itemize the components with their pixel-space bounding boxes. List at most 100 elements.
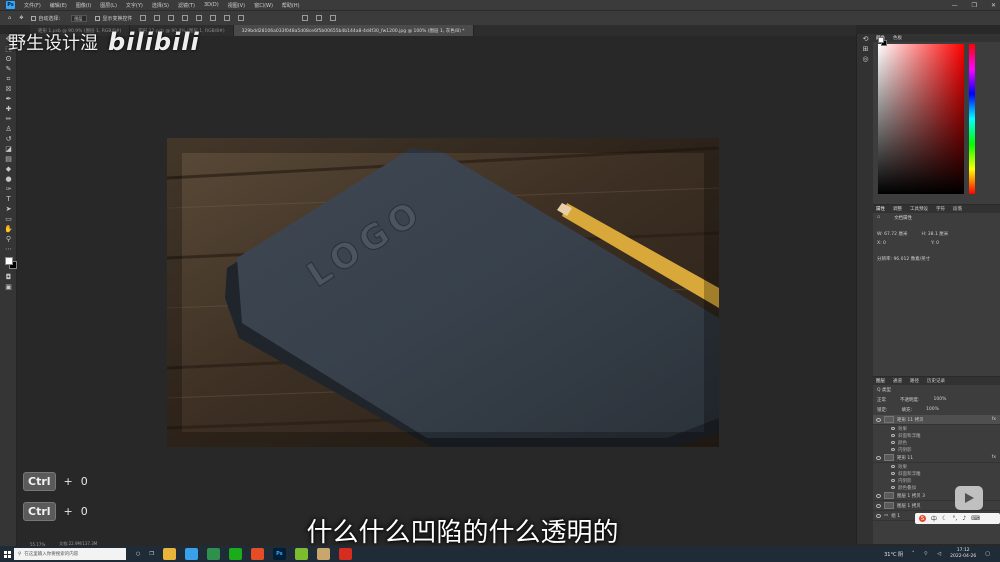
pen-tool-icon[interactable]: ✑	[0, 184, 17, 194]
align-right-icon[interactable]	[168, 15, 175, 21]
menu-view[interactable]: 视图(V)	[228, 2, 245, 9]
layer-row[interactable]: 矩形 11 拷贝 fx	[873, 415, 1000, 425]
more-options-icon[interactable]	[238, 15, 245, 21]
task-view-icon[interactable]: ❐	[149, 551, 153, 557]
eye-icon[interactable]	[891, 486, 895, 489]
clone-stamp-tool-icon[interactable]: ♙	[0, 124, 17, 134]
eye-icon[interactable]	[891, 448, 895, 451]
3d-panel-icon[interactable]: ◎	[857, 54, 874, 64]
eye-icon[interactable]	[891, 479, 895, 482]
recorder-app-icon[interactable]	[338, 548, 352, 560]
auto-select-checkbox[interactable]: 自动选择：	[31, 15, 63, 22]
punctuation-icon[interactable]: °,	[952, 515, 957, 522]
volume-icon[interactable]: ◁	[937, 551, 941, 557]
wechat-app-icon[interactable]	[228, 548, 242, 560]
align-top-icon[interactable]	[182, 15, 189, 21]
tab-properties[interactable]: 属性	[876, 206, 885, 212]
menu-window[interactable]: 窗口(W)	[254, 2, 273, 9]
mic-icon[interactable]: ♪	[962, 515, 966, 522]
eye-icon[interactable]	[891, 472, 895, 475]
align-middle-icon[interactable]	[196, 15, 203, 21]
menu-layer[interactable]: 图层(L)	[100, 2, 117, 9]
healing-brush-tool-icon[interactable]: ✚	[0, 104, 17, 114]
photoshop-app-icon[interactable]: Ps	[272, 548, 286, 560]
height-field[interactable]: H: 38.1 厘米	[921, 231, 948, 237]
auto-select-dropdown[interactable]: 图层	[71, 14, 88, 22]
eye-icon[interactable]	[876, 493, 881, 498]
show-transform-checkbox[interactable]: 显示变换控件	[95, 15, 132, 22]
cortana-icon[interactable]: ○	[136, 551, 140, 557]
media-app-icon[interactable]	[316, 548, 330, 560]
tray-overflow-icon[interactable]: ˄	[912, 551, 915, 557]
crop-tool-icon[interactable]: ⌗	[0, 74, 17, 84]
edge-app-icon[interactable]	[206, 548, 220, 560]
layer-kind-filter[interactable]: Q 类型	[877, 387, 891, 393]
weather-widget[interactable]: 31°C 阴	[884, 551, 903, 558]
align-center-icon[interactable]	[154, 15, 161, 21]
brush-tool-icon[interactable]: ✏	[0, 114, 17, 124]
history-panel-icon[interactable]: ⟲	[857, 34, 874, 44]
tab-paths[interactable]: 路径	[910, 378, 919, 384]
move-tool-icon[interactable]: ✥	[19, 15, 23, 21]
eye-icon[interactable]	[876, 417, 881, 422]
keyboard-icon[interactable]: ⌨	[971, 515, 980, 522]
eyedropper-tool-icon[interactable]: ✒	[0, 94, 17, 104]
eye-icon[interactable]	[891, 465, 895, 468]
hand-tool-icon[interactable]: ✋	[0, 224, 17, 234]
quick-select-tool-icon[interactable]: ✎	[0, 64, 17, 74]
chrome-app-icon[interactable]	[250, 548, 264, 560]
tab-character[interactable]: 字符	[936, 206, 945, 212]
screen-mode-icon[interactable]: ▣	[0, 282, 17, 292]
start-button[interactable]	[0, 546, 14, 562]
maximize-button[interactable]: ❐	[972, 2, 977, 9]
tab-paragraph[interactable]: 段落	[953, 206, 962, 212]
taskbar-search[interactable]: ⚲ 在这里输入你要搜索的内容	[14, 548, 126, 560]
network-icon[interactable]: ⌔	[924, 551, 929, 557]
eye-icon[interactable]	[891, 441, 895, 444]
gradient-tool-icon[interactable]: ▤	[0, 154, 17, 164]
file-explorer-icon[interactable]	[162, 548, 176, 560]
canvas-area[interactable]: LOGO	[30, 36, 856, 544]
tab-adjustments[interactable]: 调整	[893, 206, 902, 212]
blur-tool-icon[interactable]: ◆	[0, 164, 17, 174]
x-field[interactable]: X: 0	[877, 241, 917, 246]
moon-icon[interactable]: ☾	[942, 515, 947, 522]
eye-icon[interactable]	[891, 427, 895, 430]
mail-app-icon[interactable]	[184, 548, 198, 560]
menu-help[interactable]: 帮助(H)	[282, 2, 300, 9]
browser-app-icon[interactable]	[294, 548, 308, 560]
distribute-icon[interactable]	[224, 15, 231, 21]
properties-panel-icon[interactable]: ⊞	[857, 44, 874, 54]
3d-pan-icon[interactable]	[330, 15, 337, 21]
notification-icon[interactable]: ▢	[985, 551, 990, 557]
3d-mode-icon[interactable]	[302, 15, 309, 21]
opacity-value[interactable]: 100%	[934, 397, 947, 403]
menu-file[interactable]: 文件(F)	[24, 2, 41, 9]
document-image[interactable]: LOGO	[167, 138, 719, 447]
type-tool-icon[interactable]: T	[0, 194, 17, 204]
play-button[interactable]	[955, 486, 983, 510]
rectangle-tool-icon[interactable]: ▭	[0, 214, 17, 224]
menu-type[interactable]: 文字(Y)	[126, 2, 143, 9]
color-swatches[interactable]	[0, 254, 17, 272]
align-bottom-icon[interactable]	[210, 15, 217, 21]
more-tools-icon[interactable]: ⋯	[0, 244, 17, 254]
color-picker-field[interactable]	[878, 44, 964, 194]
quick-mask-icon[interactable]: ◘	[0, 272, 17, 282]
minimize-button[interactable]: —	[952, 2, 958, 9]
eye-icon[interactable]	[876, 455, 881, 460]
eye-icon[interactable]	[891, 434, 895, 437]
dodge-tool-icon[interactable]: ●	[0, 174, 17, 184]
tab-history[interactable]: 历史记录	[927, 378, 945, 384]
history-brush-tool-icon[interactable]: ↺	[0, 134, 17, 144]
tab-swatches[interactable]: 色板	[893, 35, 902, 41]
menu-3d[interactable]: 3D(D)	[204, 2, 219, 8]
eye-icon[interactable]	[876, 503, 881, 508]
layer-row[interactable]: 矩形 11 fx	[873, 453, 1000, 463]
menu-edit[interactable]: 编辑(E)	[50, 2, 67, 9]
hue-slider[interactable]	[969, 44, 975, 194]
fill-value[interactable]: 100%	[926, 407, 939, 413]
ime-mode[interactable]: 中	[931, 514, 937, 523]
align-left-icon[interactable]	[140, 15, 147, 21]
close-button[interactable]: ✕	[991, 2, 996, 9]
